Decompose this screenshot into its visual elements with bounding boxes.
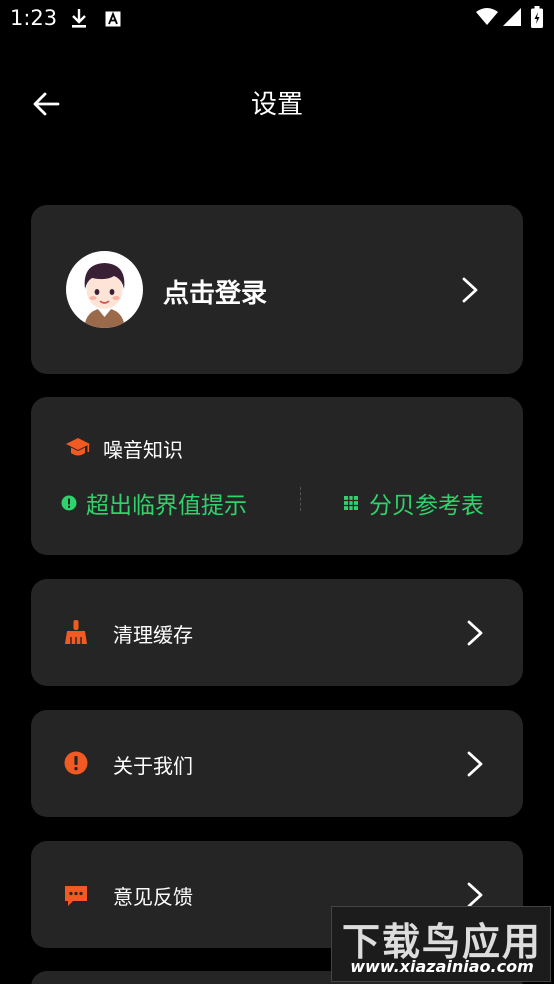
table-icon bbox=[344, 496, 358, 510]
chat-bubble-icon bbox=[65, 886, 87, 906]
status-bar: 1:23 bbox=[0, 0, 554, 36]
download-icon bbox=[72, 9, 86, 28]
font-badge-icon bbox=[105, 11, 121, 27]
chevron-right-icon bbox=[467, 620, 483, 646]
decibel-table-link[interactable]: 分贝参考表 bbox=[343, 487, 484, 519]
about-us-label: 关于我们 bbox=[113, 754, 193, 778]
watermark-url: www.xiazainiao.com bbox=[350, 957, 534, 976]
graduation-cap-icon bbox=[66, 438, 90, 456]
exclamation-circle-icon bbox=[64, 751, 88, 775]
signal-icon bbox=[503, 8, 521, 26]
alert-circle-icon bbox=[61, 495, 77, 511]
avatar bbox=[66, 251, 143, 328]
login-card[interactable]: 点击登录 bbox=[31, 205, 523, 374]
threshold-alert-link[interactable]: 超出临界值提示 bbox=[61, 487, 247, 519]
battery-icon bbox=[531, 6, 543, 28]
clear-cache-label: 清理缓存 bbox=[113, 623, 193, 647]
threshold-alert-label: 超出临界值提示 bbox=[86, 493, 247, 519]
watermark: 下载鸟应用 www.xiazainiao.com bbox=[331, 906, 551, 982]
chevron-right-icon bbox=[462, 277, 478, 303]
noise-knowledge-card: 噪音知识 超出临界值提示 分贝参考表 bbox=[31, 397, 523, 555]
login-label: 点击登录 bbox=[163, 279, 268, 309]
status-time: 1:23 bbox=[10, 6, 58, 30]
page-title: 设置 bbox=[250, 90, 303, 120]
chevron-right-icon bbox=[467, 882, 483, 908]
broom-icon bbox=[65, 620, 87, 644]
about-us-row[interactable]: 关于我们 bbox=[31, 710, 523, 817]
boy-avatar-icon bbox=[84, 263, 125, 328]
feedback-label: 意见反馈 bbox=[113, 885, 193, 909]
decibel-table-label: 分贝参考表 bbox=[369, 493, 484, 519]
noise-knowledge-title: 噪音知识 bbox=[103, 438, 183, 462]
clear-cache-row[interactable]: 清理缓存 bbox=[31, 579, 523, 686]
wifi-icon bbox=[476, 8, 498, 25]
chevron-right-icon bbox=[467, 751, 483, 777]
divider bbox=[300, 487, 301, 511]
